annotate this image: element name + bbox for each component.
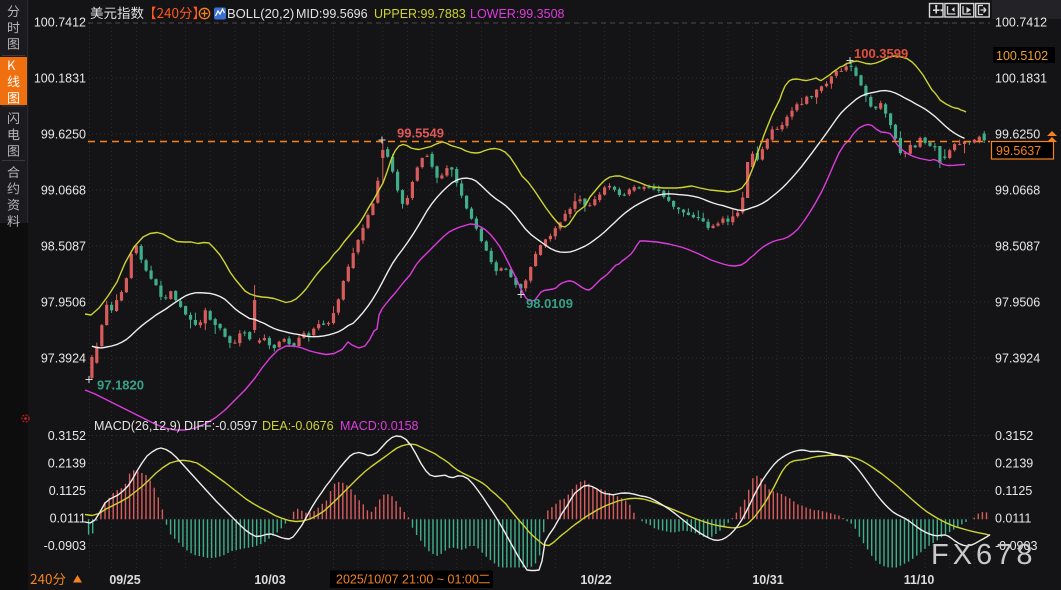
svg-text:100.7412: 100.7412 (34, 16, 86, 30)
svg-text:97.1820: 97.1820 (97, 378, 144, 393)
svg-text:100.1831: 100.1831 (995, 72, 1047, 86)
svg-text:99.5637: 99.5637 (996, 144, 1041, 158)
svg-text:-0.0903: -0.0903 (44, 539, 86, 553)
svg-text:0.2139: 0.2139 (48, 457, 86, 471)
svg-text:99.6250: 99.6250 (41, 128, 86, 142)
svg-text:BOLL(20,2): BOLL(20,2) (227, 6, 294, 21)
svg-text:0.3152: 0.3152 (48, 429, 86, 443)
svg-text:DEA:-0.0676: DEA:-0.0676 (262, 419, 334, 433)
svg-text:98.5087: 98.5087 (41, 240, 86, 254)
svg-text:10/31: 10/31 (752, 573, 783, 587)
svg-text:97.9506: 97.9506 (995, 296, 1040, 310)
svg-text:09/25: 09/25 (109, 573, 140, 587)
svg-text:0.1125: 0.1125 (995, 484, 1032, 498)
svg-text:LOWER:99.3508: LOWER:99.3508 (470, 7, 565, 21)
svg-text:0.3152: 0.3152 (995, 429, 1033, 443)
svg-text:UPPER:99.7883: UPPER:99.7883 (374, 7, 466, 21)
svg-text:10/22: 10/22 (580, 573, 611, 587)
svg-text:99.5549: 99.5549 (397, 126, 444, 141)
svg-text:100.5102: 100.5102 (996, 49, 1048, 63)
svg-text:0.2139: 0.2139 (995, 457, 1033, 471)
svg-text:0.1125: 0.1125 (49, 484, 86, 498)
svg-text:97.3924: 97.3924 (41, 352, 86, 366)
svg-text:97.3924: 97.3924 (995, 352, 1040, 366)
svg-text:FX678: FX678 (931, 539, 1036, 571)
svg-text:DIFF:-0.0597: DIFF:-0.0597 (184, 419, 258, 433)
svg-text:MACD(26,12,9): MACD(26,12,9) (94, 419, 181, 433)
svg-text:98.0109: 98.0109 (526, 296, 573, 311)
svg-text:99.6250: 99.6250 (995, 128, 1040, 142)
svg-text:2025/10/07 21:00 ~ 01:00: 2025/10/07 21:00 ~ 01:00 (336, 573, 479, 587)
svg-text:11/10: 11/10 (904, 573, 935, 587)
svg-text:MID:99.5696: MID:99.5696 (296, 7, 368, 21)
svg-text:97.9506: 97.9506 (41, 296, 86, 310)
svg-text:98.5087: 98.5087 (995, 240, 1040, 254)
svg-text:0.0111: 0.0111 (50, 512, 86, 526)
svg-text:100.7412: 100.7412 (995, 16, 1047, 30)
svg-text:100.3599: 100.3599 (854, 46, 908, 61)
svg-text:10/03: 10/03 (254, 573, 285, 587)
svg-text:99.0668: 99.0668 (41, 184, 86, 198)
svg-text:100.1831: 100.1831 (34, 72, 86, 86)
svg-text:0.0111: 0.0111 (995, 512, 1031, 526)
svg-text:MACD:0.0158: MACD:0.0158 (340, 419, 419, 433)
svg-text:99.0668: 99.0668 (995, 184, 1040, 198)
